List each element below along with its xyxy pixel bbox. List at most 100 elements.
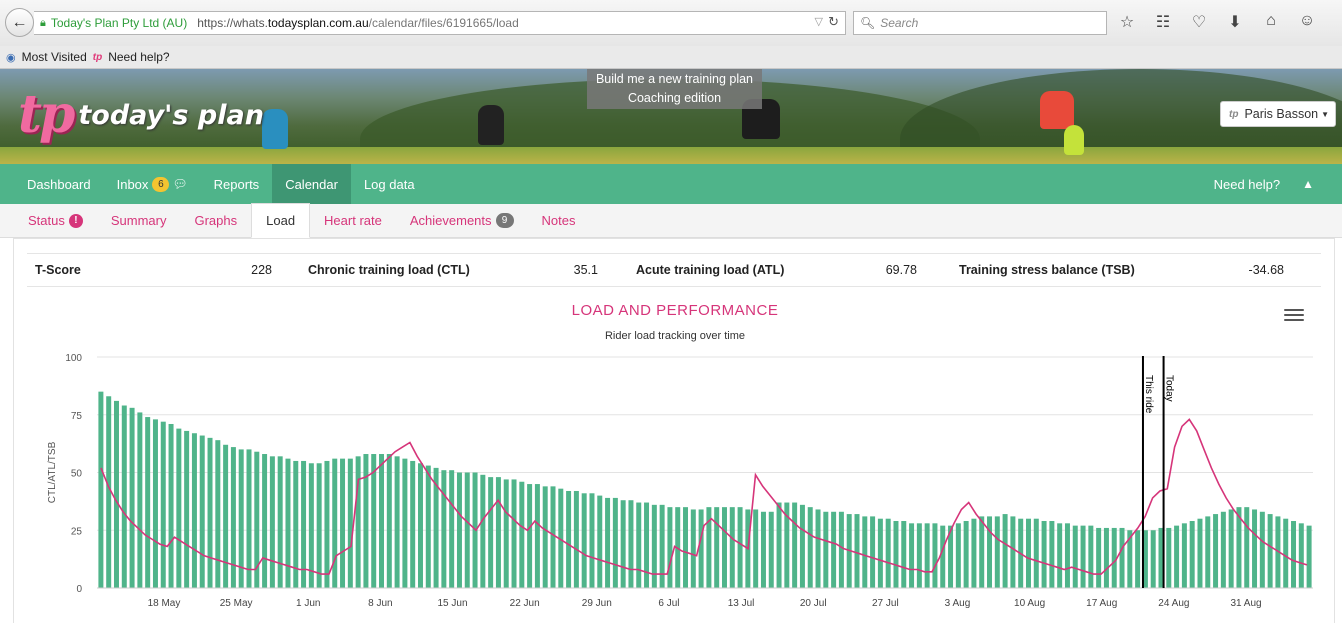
todaysplan-icon: tp	[92, 51, 103, 63]
tab-label: Notes	[541, 213, 576, 228]
x-tick-label: 25 May	[220, 598, 253, 609]
load-bar	[566, 490, 572, 588]
load-bar	[823, 511, 829, 588]
tab-notes[interactable]: Notes	[528, 204, 590, 238]
nav-dashboard[interactable]: Dashboard	[14, 164, 104, 204]
load-bar	[760, 511, 766, 588]
user-logo: tp	[1229, 108, 1239, 120]
pocket-icon[interactable]: ♡	[1188, 12, 1210, 32]
load-bar	[1088, 525, 1094, 588]
bookmark-most-visited[interactable]: Most Visited	[22, 50, 87, 64]
load-bar	[1181, 523, 1187, 588]
star-icon[interactable]: ☆	[1116, 12, 1138, 32]
load-bar	[199, 435, 205, 588]
x-tick-label: 10 Aug	[1014, 598, 1045, 609]
smiley-icon[interactable]: ☺	[1296, 12, 1318, 32]
load-bar	[792, 502, 798, 588]
search-icon: 🔍︎	[860, 16, 876, 30]
load-bar	[223, 444, 229, 588]
tab-label: Load	[266, 213, 296, 228]
load-bar	[901, 521, 907, 588]
y-axis-label: CTL/ATL/TSB	[47, 441, 58, 503]
tab-label: Achievements	[409, 213, 492, 228]
tab-achievements[interactable]: Achievements 9	[396, 204, 528, 238]
site-identity[interactable]: Today's Plan Pty Ltd (AU)	[51, 16, 187, 30]
load-bar	[620, 500, 626, 588]
load-bar	[815, 509, 821, 588]
load-bar	[893, 521, 899, 588]
load-chart: 0 25 50 75 100 CTL/ATL/TSB 18 May 25 May 1 Jun 8 …	[47, 353, 1313, 609]
load-bar	[1049, 521, 1055, 588]
load-bar	[129, 407, 135, 588]
tab-summary[interactable]: Summary	[97, 204, 181, 238]
tscore-value: 228	[251, 263, 272, 277]
load-bar	[698, 509, 704, 588]
reload-icon[interactable]: ↻	[828, 14, 839, 30]
load-bar	[1135, 530, 1141, 588]
load-bar	[488, 477, 494, 588]
search-placeholder: Search	[880, 16, 919, 30]
load-bar	[799, 504, 805, 588]
user-menu-button[interactable]: tp Paris Basson ▼	[1220, 101, 1336, 127]
download-icon[interactable]: ⬇	[1224, 12, 1246, 32]
tab-load[interactable]: Load	[251, 203, 311, 238]
main-nav: Dashboard Inbox 6 💬︎ Reports Calendar Lo…	[0, 164, 1342, 204]
nav-inbox[interactable]: Inbox 6 💬︎	[104, 164, 201, 204]
load-bar	[215, 440, 221, 588]
load-bar	[386, 454, 392, 588]
load-bar	[768, 511, 774, 588]
load-bar	[636, 502, 642, 588]
file-tabs: Status ! Summary Graphs Load Heart rate …	[0, 203, 1342, 238]
site-logo[interactable]: tp today's plan	[18, 89, 264, 141]
cyclist-figure	[262, 109, 288, 149]
load-bar	[1025, 518, 1031, 588]
load-bar	[955, 523, 961, 588]
chart-menu-icon[interactable]	[1284, 307, 1304, 323]
load-bar	[1291, 521, 1297, 588]
load-bar	[994, 516, 1000, 588]
nav-right: Need help? ▲	[1214, 164, 1342, 204]
load-bar	[963, 521, 969, 588]
logo-mark: tp	[18, 84, 75, 145]
nav-calendar[interactable]: Calendar	[272, 164, 351, 204]
tab-status[interactable]: Status !	[14, 204, 97, 238]
url-dropdown-icon[interactable]: ▽	[815, 15, 823, 28]
load-bar	[729, 507, 735, 588]
back-button[interactable]: ←	[5, 8, 34, 37]
load-bar	[340, 458, 346, 588]
load-bar	[410, 460, 416, 588]
load-bar	[379, 454, 385, 588]
x-tick-label: 17 Aug	[1086, 598, 1117, 609]
load-bar	[207, 437, 213, 588]
promo-box[interactable]: Build me a new training plan Coaching ed…	[587, 69, 762, 109]
chat-icon: 💬︎	[172, 177, 188, 191]
tab-label: Heart rate	[324, 213, 382, 228]
x-tick-label: 24 Aug	[1158, 598, 1189, 609]
ctl-label: Chronic training load (CTL)	[308, 263, 470, 277]
bookmark-need-help[interactable]: Need help?	[108, 50, 169, 64]
search-bar[interactable]: 🔍︎ Search	[853, 11, 1107, 35]
ctl-value: 35.1	[573, 263, 598, 277]
nav-log-data[interactable]: Log data	[351, 164, 428, 204]
url-bar[interactable]: 🔒︎ Today's Plan Pty Ltd (AU) https://wha…	[34, 11, 846, 35]
tab-label: Status	[28, 213, 65, 228]
nav-label: Inbox	[116, 176, 149, 192]
nav-reports[interactable]: Reports	[201, 164, 273, 204]
chevron-up-icon[interactable]: ▲	[1302, 177, 1314, 191]
nav-label: Reports	[213, 176, 260, 192]
need-help-link[interactable]: Need help?	[1214, 177, 1281, 192]
reading-list-icon[interactable]: ☷	[1152, 12, 1174, 32]
load-bar	[1166, 527, 1172, 588]
load-bar	[113, 400, 119, 588]
tab-heart-rate[interactable]: Heart rate	[310, 204, 396, 238]
tsb-label: Training stress balance (TSB)	[959, 263, 1135, 277]
load-bar	[246, 449, 252, 588]
x-tick-label: 22 Jun	[510, 598, 540, 609]
load-bar	[644, 502, 650, 588]
home-icon[interactable]: ⌂	[1260, 12, 1282, 32]
load-bar	[1041, 521, 1047, 588]
tab-label: Summary	[110, 213, 167, 228]
load-bar	[542, 486, 548, 588]
tab-graphs[interactable]: Graphs	[180, 204, 251, 238]
load-bar	[527, 484, 533, 588]
